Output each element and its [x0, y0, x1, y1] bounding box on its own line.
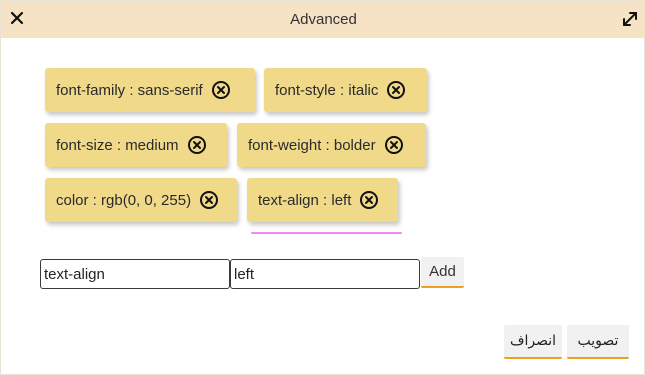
dialog-titlebar: Advanced — [1, 1, 645, 38]
chip-label: font-family : sans-serif — [56, 81, 203, 99]
expand-icon[interactable] — [621, 10, 639, 28]
chip-label: font-weight : bolder — [248, 136, 376, 154]
style-chip[interactable]: font-weight : bolder — [237, 123, 426, 167]
chip-label: text-align : left — [258, 191, 352, 209]
confirm-button[interactable]: تصویب — [567, 325, 629, 359]
style-chip[interactable]: color : rgb(0, 0, 255) — [45, 178, 237, 222]
selected-chip-underline — [251, 232, 402, 234]
chip-label: font-style : italic — [275, 81, 379, 99]
chip-label: font-size : medium — [56, 136, 179, 154]
value-input[interactable] — [230, 259, 420, 289]
style-chip[interactable]: font-style : italic — [264, 68, 427, 112]
dialog-title: Advanced — [290, 11, 357, 28]
remove-circle-icon[interactable] — [211, 80, 231, 100]
remove-circle-icon[interactable] — [187, 135, 207, 155]
style-chip[interactable]: font-family : sans-serif — [45, 68, 255, 112]
cancel-button[interactable]: انصراف — [504, 325, 562, 359]
chip-label: color : rgb(0, 0, 255) — [56, 191, 192, 209]
remove-circle-icon[interactable] — [359, 190, 379, 210]
style-chip-selected[interactable]: text-align : left — [247, 178, 398, 222]
remove-circle-icon[interactable] — [384, 135, 404, 155]
remove-circle-icon[interactable] — [199, 190, 219, 210]
remove-circle-icon[interactable] — [386, 80, 406, 100]
advanced-dialog: Advanced font-family : sans-serif font-s… — [0, 0, 645, 375]
add-button[interactable]: Add — [421, 257, 464, 288]
style-chip[interactable]: font-size : medium — [45, 123, 227, 167]
property-input[interactable] — [40, 259, 230, 289]
